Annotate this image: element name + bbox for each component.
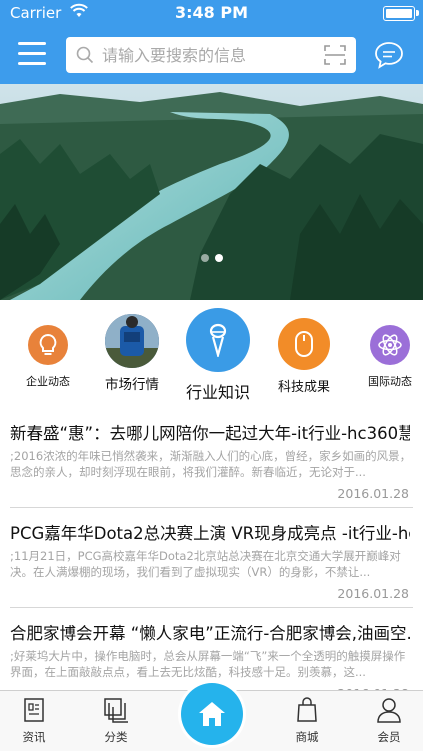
home-button[interactable] (181, 683, 243, 745)
tab-label: 资讯 (22, 730, 46, 744)
category-icon (104, 698, 128, 723)
menu-line (18, 42, 46, 45)
news-title[interactable]: PCG嘉年华Dota2总决赛上演 VR现身成亮点 -it行业-hc... (10, 520, 410, 544)
news-list: 新春盛“惠”：去哪儿网陪你一起过大年-it行业-hc360慧... ;2016浓… (0, 408, 423, 708)
search-input[interactable] (102, 37, 312, 73)
news-summary: ;11月21日，PCG高校嘉年华Dota2北京站总决赛在北京交通大学展开巅峰对决… (10, 549, 401, 579)
shopping-bag-icon (297, 697, 317, 722)
category-tech-achievements[interactable]: 科技成果 (272, 318, 336, 395)
menu-button[interactable] (18, 42, 46, 68)
news-summary: ;2016浓浓的年味已悄然袭来，渐渐融入人们的心底，曾经，家乡如画的风景，思念的… (10, 449, 412, 479)
news-date: 2016.01.28 (337, 486, 409, 501)
carousel-dot[interactable] (200, 254, 209, 262)
news-icon (24, 698, 44, 722)
news-title[interactable]: 新春盛“惠”：去哪儿网陪你一起过大年-it行业-hc360慧... (10, 420, 410, 444)
tab-category[interactable]: 分类 (86, 697, 146, 745)
status-bar: Carrier 3:48 PM (0, 0, 423, 26)
tab-label: 商城 (295, 730, 319, 744)
user-icon (377, 698, 401, 723)
tab-member[interactable]: 会员 (359, 697, 419, 745)
tab-label: 会员 (377, 730, 401, 744)
category-label: 行业知识 (185, 383, 250, 402)
clock: 3:48 PM (174, 3, 248, 22)
carousel-dot-active[interactable] (214, 254, 223, 262)
category-market[interactable]: 市场行情 (100, 314, 164, 393)
category-international-news[interactable]: 国际动态 (362, 325, 418, 389)
tab-label: 分类 (104, 730, 128, 744)
banner-carousel[interactable] (0, 84, 423, 300)
lightbulb-icon (28, 325, 68, 365)
battery-icon (383, 6, 419, 21)
category-label: 市场行情 (105, 377, 159, 393)
atom-icon (370, 325, 410, 365)
menu-line (18, 52, 46, 55)
carousel-dots (0, 247, 423, 266)
home-icon (199, 702, 225, 726)
hiker-photo (105, 314, 159, 368)
mouse-icon (278, 318, 330, 370)
category-company-news[interactable]: 企业动态 (20, 325, 76, 389)
microphone-icon (186, 308, 250, 372)
category-label: 企业动态 (26, 375, 70, 388)
banner-image (0, 84, 423, 300)
news-date: 2016.01.28 (337, 586, 409, 601)
menu-line (18, 62, 46, 65)
category-label: 国际动态 (368, 375, 412, 388)
category-industry-knowledge[interactable]: 行业知识 (180, 308, 256, 403)
news-summary: ;好莱坞大片中，操作电脑时，总会从屏幕一端“飞”来一个全透明的触摸屏操作界面，在… (10, 649, 406, 679)
news-title[interactable]: 合肥家博会开幕 “懒人家电”正流行-合肥家博会,油画空... (10, 620, 410, 644)
message-button[interactable] (374, 41, 404, 73)
tab-news[interactable]: 资讯 (4, 697, 64, 745)
scan-icon[interactable] (324, 45, 346, 69)
category-label: 科技成果 (277, 380, 330, 395)
news-item[interactable]: 新春盛“惠”：去哪儿网陪你一起过大年-it行业-hc360慧... ;2016浓… (10, 408, 413, 508)
news-item[interactable]: PCG嘉年华Dota2总决赛上演 VR现身成亮点 -it行业-hc... ;11… (10, 508, 413, 608)
search-icon (76, 46, 94, 68)
chat-bubble-icon (375, 42, 403, 69)
tab-mall[interactable]: 商城 (277, 697, 337, 745)
search-box[interactable] (66, 37, 356, 73)
category-row: 企业动态 市场行情 行业知识 科技成果 国际动态 (0, 300, 423, 408)
top-nav-bar (0, 26, 423, 84)
